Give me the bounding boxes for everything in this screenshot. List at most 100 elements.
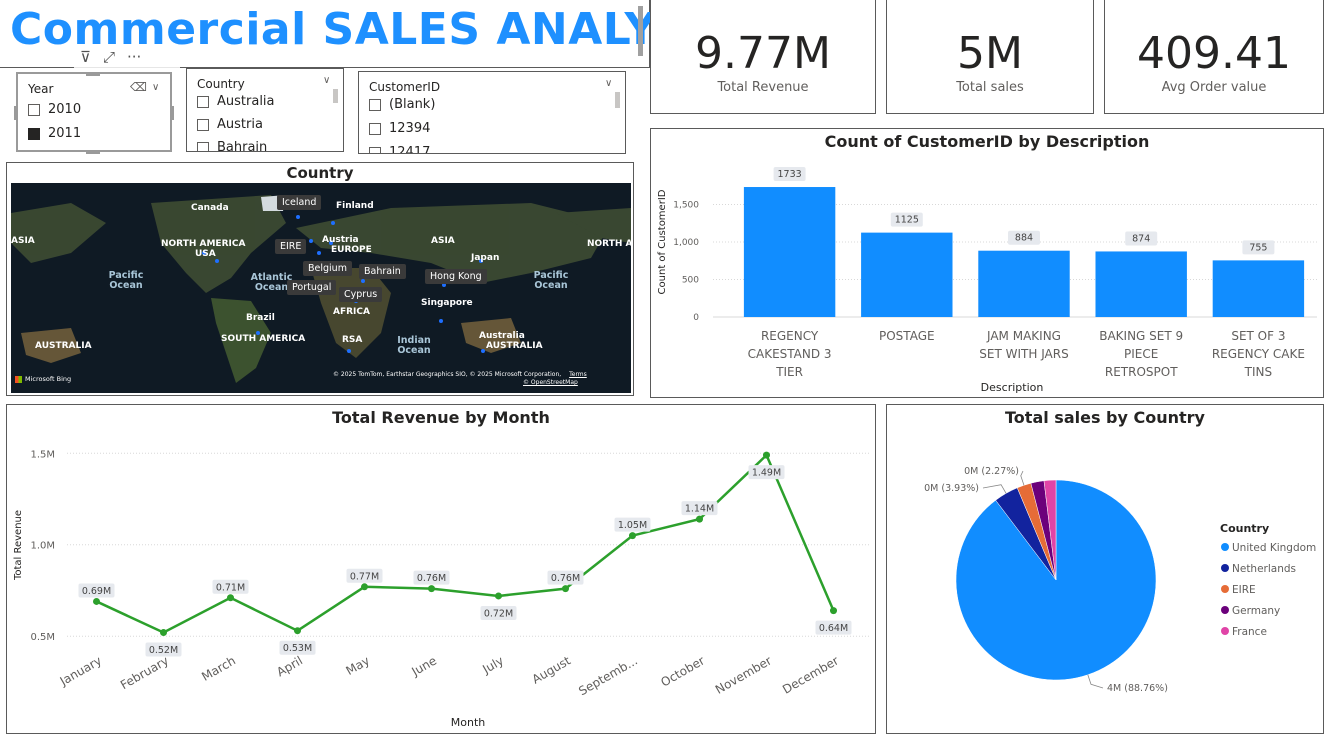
country-option-label: Bahrain xyxy=(217,140,268,152)
leader-line xyxy=(982,484,1007,494)
data-label: 1.14M xyxy=(685,504,714,515)
data-point xyxy=(227,594,234,602)
x-tick-label: JAM MAKING xyxy=(986,329,1061,343)
x-tick-label: PIECE xyxy=(1124,347,1158,361)
checkbox[interactable] xyxy=(369,98,381,111)
filter-icon[interactable]: ⊽ xyxy=(80,48,91,66)
bar xyxy=(743,187,836,317)
legend-label: Germany xyxy=(1232,605,1280,617)
osm-link[interactable]: © OpenStreetMap xyxy=(523,379,578,386)
kpi-label: Total sales xyxy=(956,80,1024,95)
attribution-text: © 2025 TomTom, Earthstar Geographics SIO… xyxy=(333,371,562,378)
country-option[interactable]: Australia xyxy=(197,94,275,109)
checkbox-2011[interactable] xyxy=(28,127,40,140)
data-label: 0.72M xyxy=(484,608,513,619)
bar xyxy=(861,232,953,317)
y-tick-label: 500 xyxy=(682,276,699,286)
data-label: 0.71M xyxy=(216,582,245,593)
customer-slicer[interactable]: CustomerID ∨ (Blank) 12394 12417 xyxy=(358,71,626,154)
x-axis-label: Description xyxy=(981,381,1044,394)
data-label: 0.69M xyxy=(82,586,111,597)
legend-label: France xyxy=(1232,626,1267,638)
x-tick-label: May xyxy=(344,653,372,678)
data-label: 0.76M xyxy=(551,573,580,584)
map-country-label: Canada xyxy=(191,203,229,213)
checkbox[interactable] xyxy=(197,141,209,151)
year-option-2011[interactable]: 2011 xyxy=(28,126,81,141)
eraser-icon[interactable]: ⌫ xyxy=(130,80,147,94)
map-country-label: Finland xyxy=(336,201,374,211)
country-scrollbar[interactable] xyxy=(333,89,338,103)
x-tick-label: February xyxy=(118,653,171,692)
y-tick-label: 1.0M xyxy=(30,541,55,552)
year-slicer[interactable]: Year ⌫ ∨ 2010 2011 xyxy=(16,72,172,152)
year-slicer-title: Year xyxy=(28,82,54,96)
leader-line xyxy=(1020,470,1025,486)
map-country-label: USA xyxy=(195,249,216,259)
chevron-down-icon[interactable]: ∨ xyxy=(605,78,612,89)
selection-handle[interactable] xyxy=(86,72,100,76)
terms-link[interactable]: Terms xyxy=(569,371,587,378)
line-chart-card: Total Revenue by Month 0.5M 1.0M 1.5M Total… xyxy=(6,404,876,734)
bing-label: Microsoft Bing xyxy=(25,375,72,383)
data-label: 0.64M xyxy=(819,623,848,634)
data-label: 0M (2.27%) xyxy=(964,466,1019,477)
legend-marker xyxy=(1221,585,1229,593)
checkbox[interactable] xyxy=(369,146,381,153)
more-options-icon[interactable]: ··· xyxy=(127,48,141,66)
year-option-2010[interactable]: 2010 xyxy=(28,102,81,117)
map-region-label: SOUTH AMERICA xyxy=(221,334,306,344)
customer-option[interactable]: 12417 xyxy=(369,145,430,153)
data-point xyxy=(294,627,301,635)
selection-handle[interactable] xyxy=(170,106,174,120)
y-tick-label: 0.5M xyxy=(30,632,55,643)
checkbox[interactable] xyxy=(369,122,381,135)
selection-handle[interactable] xyxy=(86,150,100,154)
line-chart: 0.5M 1.0M 1.5M Total Revenue 0.69M January 0.5… xyxy=(13,449,871,729)
checkbox[interactable] xyxy=(197,95,209,108)
data-label: 4M (88.76%) xyxy=(1107,683,1168,694)
selection-handle[interactable] xyxy=(14,106,18,120)
map-card: Country NORTH AMERICA EUROPE ASIA AFRICA… xyxy=(6,162,634,396)
kpi-value: 409.41 xyxy=(1137,28,1291,79)
country-slicer[interactable]: Country ∨ Australia Austria Bahrain xyxy=(186,68,344,152)
data-label: 0.77M xyxy=(350,571,379,582)
year-option-label: 2011 xyxy=(48,126,82,141)
map-ocean-label: Pacific Ocean xyxy=(533,270,569,291)
pie-chart-card: Total sales by Country 4M (88.76%) 0M (3.… xyxy=(886,404,1324,734)
customer-option[interactable]: 12394 xyxy=(369,121,430,136)
country-option[interactable]: Austria xyxy=(197,117,263,132)
customer-scrollbar[interactable] xyxy=(615,92,620,108)
customer-slicer-title: CustomerID xyxy=(369,80,441,94)
data-point xyxy=(763,451,770,459)
country-option-label: Australia xyxy=(217,94,275,109)
y-tick-label: 1,000 xyxy=(673,238,699,248)
pie-chart: 4M (88.76%) 0M (3.93%) 0M (2.27%) Country Un… xyxy=(924,466,1316,694)
y-tick-label: 0 xyxy=(693,313,699,323)
map-region-label: NORTH AMERICA xyxy=(161,239,246,249)
title-scrollbar[interactable] xyxy=(638,6,643,56)
x-tick-label: RETROSPOT xyxy=(1105,365,1178,379)
chevron-down-icon[interactable]: ∨ xyxy=(152,82,159,93)
map-region-label: ASIA xyxy=(431,236,455,246)
country-option[interactable]: Bahrain xyxy=(197,140,268,152)
y-axis-label: Count of CustomerID xyxy=(657,189,668,294)
data-label: 755 xyxy=(1249,242,1267,253)
checkbox-2010[interactable] xyxy=(28,103,40,116)
world-map[interactable]: NORTH AMERICA EUROPE ASIA AFRICA SOUTH A… xyxy=(11,183,631,393)
data-label: 0.76M xyxy=(417,573,446,584)
legend-label: Netherlands xyxy=(1232,563,1296,575)
legend-label: EIRE xyxy=(1232,584,1256,596)
customer-option[interactable]: (Blank) xyxy=(369,97,435,112)
chevron-down-icon[interactable]: ∨ xyxy=(323,75,330,86)
map-region-label: EUROPE xyxy=(331,245,372,255)
x-tick-label: TIER xyxy=(775,365,803,379)
x-tick-label: April xyxy=(274,653,305,679)
checkbox[interactable] xyxy=(197,118,209,131)
x-tick-label: TINS xyxy=(1244,365,1272,379)
data-label: 1.49M xyxy=(752,468,781,479)
data-label: 0.53M xyxy=(283,643,312,654)
focus-mode-icon[interactable]: ⤢ xyxy=(103,48,115,66)
data-label: 874 xyxy=(1132,233,1150,244)
map-country-label: Iceland xyxy=(277,195,322,210)
